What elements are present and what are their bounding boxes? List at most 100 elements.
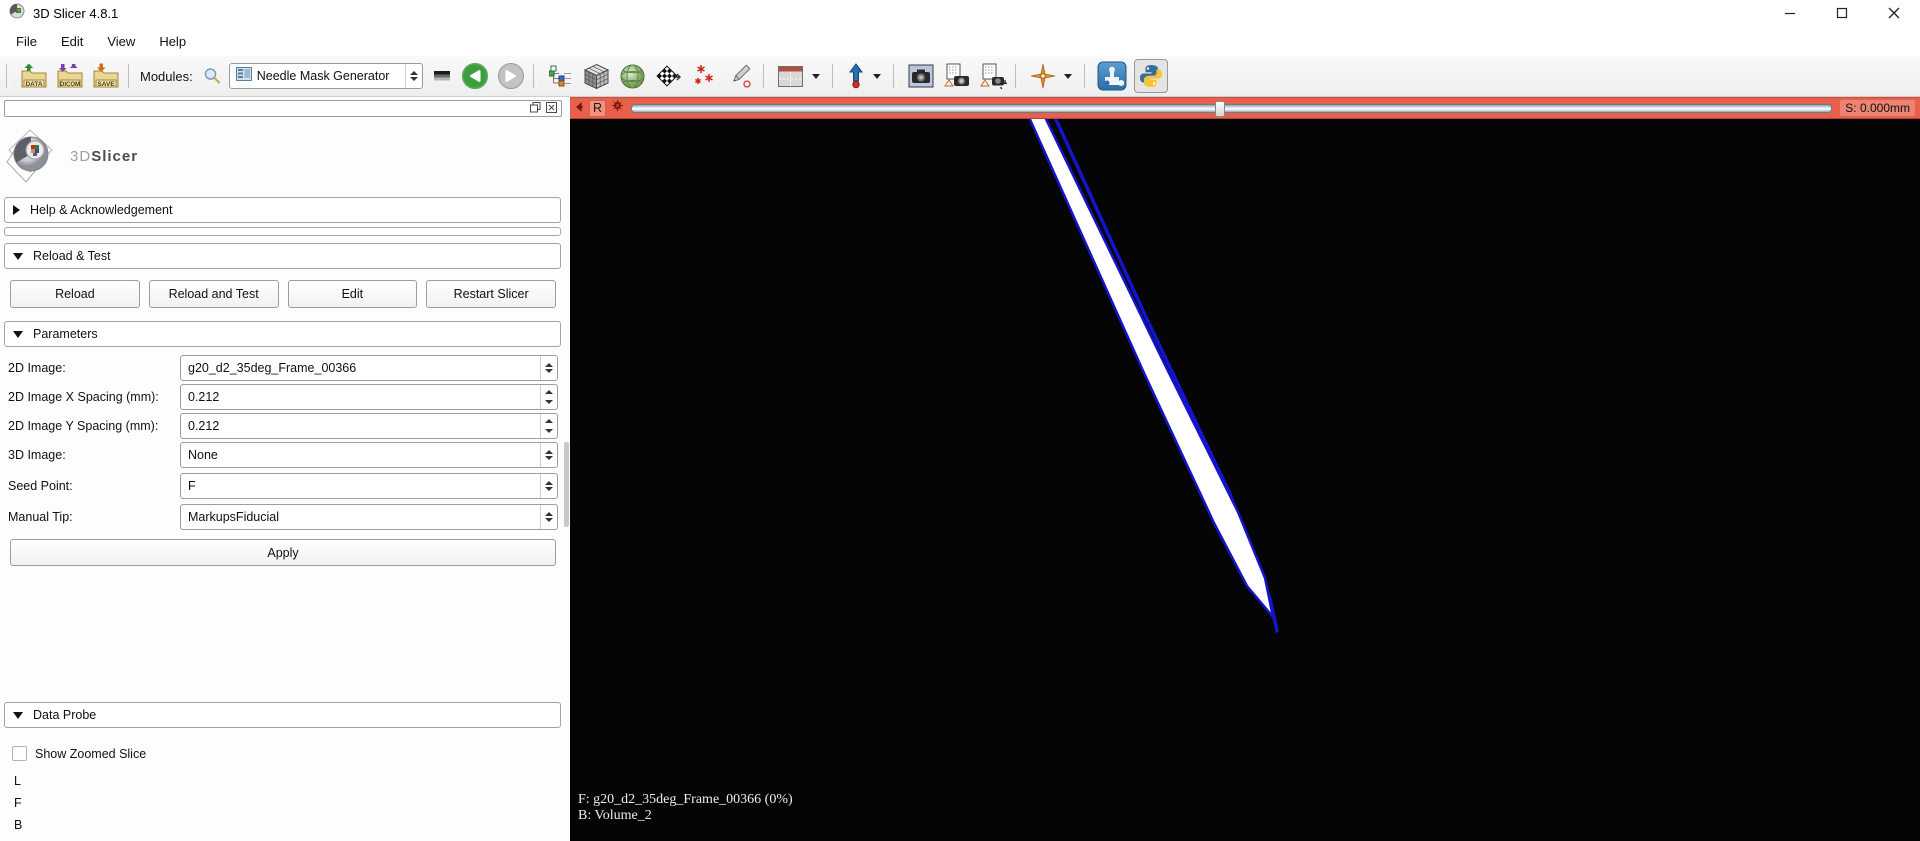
markup-fiducials-icon[interactable] (689, 60, 721, 92)
show-zoomed-slice-checkbox[interactable] (12, 746, 27, 761)
parameters-section[interactable]: Parameters (4, 321, 561, 347)
needle-segmentation (1028, 119, 1279, 633)
fiducial-dropdown-icon[interactable] (1063, 73, 1072, 79)
screenshot-button[interactable] (905, 60, 937, 92)
toolbar-grip (1014, 64, 1019, 88)
minimize-button[interactable] (1764, 0, 1816, 26)
background-volume-label: B: Volume_2 (578, 808, 652, 823)
save-button[interactable]: SAVE (90, 60, 122, 92)
toolbar-grip (6, 64, 10, 88)
toolbar-grip (532, 64, 537, 88)
crosshair-navigation-button[interactable] (844, 60, 868, 92)
data-probe-section[interactable]: Data Probe (4, 702, 561, 728)
slice-canvas[interactable]: F: g20_d2_35deg_Frame_00366 (0%) B: Volu… (570, 119, 1920, 841)
3d-image-combobox[interactable]: None (180, 442, 558, 468)
module-selector-spinner[interactable] (404, 64, 422, 88)
seed-point-combobox[interactable]: F (180, 473, 558, 499)
layout-selector-button[interactable] (775, 60, 807, 92)
spinbox-arrows[interactable] (540, 414, 557, 438)
layout-dropdown-icon[interactable] (811, 73, 820, 79)
restart-slicer-button[interactable]: Restart Slicer (426, 280, 556, 308)
extensions-manager-button[interactable] (1096, 60, 1128, 92)
reload-buttons-row: Reload Reload and Test Edit Restart Slic… (10, 280, 556, 308)
field-y-spacing: 2D Image Y Spacing (mm): 0.212 (8, 413, 558, 439)
probe-row-l: L (14, 774, 21, 788)
menu-edit[interactable]: Edit (49, 29, 95, 54)
slice-corner-annotation: F: g20_d2_35deg_Frame_00366 (0%) B: Volu… (578, 792, 793, 824)
load-data-button[interactable]: DATA (18, 60, 50, 92)
field-3d-image: 3D Image: None (8, 442, 558, 468)
dicom-button[interactable]: DICOM (54, 60, 86, 92)
expanded-arrow-icon (13, 330, 23, 338)
module-history-button[interactable] (429, 60, 455, 92)
maximize-button[interactable] (1816, 0, 1868, 26)
manual-tip-combobox[interactable]: MarkupsFiducial (180, 504, 558, 530)
panel-scrollbar[interactable] (564, 442, 569, 527)
spin-down-icon (409, 77, 418, 81)
help-acknowledgement-section[interactable]: Help & Acknowledgement (4, 197, 561, 223)
scene-view-restore-button[interactable] (977, 60, 1009, 92)
module-search-icon[interactable] (201, 60, 223, 92)
slice-offset-label: S: 0.000mm (1840, 100, 1915, 116)
panel-undock-icon[interactable] (530, 100, 541, 118)
slice-slider-handle[interactable] (1214, 100, 1225, 117)
combo-spinner[interactable] (540, 505, 557, 529)
volume-cube-icon[interactable] (581, 60, 613, 92)
transform-mesh-icon[interactable] (653, 60, 685, 92)
annotation-pencil-icon[interactable] (725, 60, 757, 92)
module-panel: 3DSlicer Help & Acknowledgement Reload &… (0, 97, 570, 841)
close-button[interactable] (1868, 0, 1920, 26)
combo-spinner[interactable] (540, 474, 557, 498)
python-console-button[interactable] (1133, 59, 1168, 93)
panel-close-icon[interactable] (546, 100, 557, 118)
toolbar-grip (128, 64, 132, 88)
save-badge: SAVE (97, 81, 115, 88)
app-logo-icon (9, 3, 25, 24)
combo-spinner[interactable] (540, 443, 557, 467)
module-selector[interactable]: Needle Mask Generator (228, 63, 423, 89)
scene-view-capture-button[interactable] (941, 60, 973, 92)
data-probe-rows: L F B (14, 774, 570, 840)
module-icon (235, 66, 252, 86)
probe-row-f: F (14, 796, 22, 810)
collapsed-arrow-icon (13, 205, 20, 215)
volume-sphere-icon[interactable] (617, 60, 649, 92)
dicom-badge: DICOM (60, 82, 80, 88)
spinbox-arrows[interactable] (540, 385, 557, 409)
menu-help[interactable]: Help (147, 29, 198, 54)
slice-orientation-selector[interactable]: R (589, 99, 606, 117)
menu-file[interactable]: File (4, 29, 49, 54)
menu-bar: File Edit View Help (0, 26, 1920, 56)
slice-pin-icon[interactable] (611, 99, 624, 117)
toolbar-grip (1083, 64, 1088, 88)
slice-offset-slider[interactable] (631, 100, 1833, 117)
y-spacing-spinbox[interactable]: 0.212 (180, 413, 558, 439)
title-bar: 3D Slicer 4.8.1 (0, 0, 1920, 26)
slicer-window: 3D Slicer 4.8.1 File Edit View Help DATA… (0, 0, 1920, 841)
slicer-logo: 3DSlicer (6, 127, 570, 185)
show-module-finder-button[interactable] (545, 60, 577, 92)
toolbar-grip (762, 64, 767, 88)
edit-button[interactable]: Edit (287, 280, 418, 308)
combo-spinner[interactable] (540, 356, 557, 380)
expanded-arrow-icon (13, 711, 23, 719)
module-back-button[interactable] (459, 60, 491, 92)
slicer-logo-text: 3DSlicer (70, 147, 139, 165)
place-fiducial-button[interactable] (1027, 60, 1059, 92)
reload-test-section[interactable]: Reload & Test (4, 243, 561, 269)
x-spacing-spinbox[interactable]: 0.212 (180, 384, 558, 410)
apply-button[interactable]: Apply (10, 539, 556, 566)
slice-collapse-icon[interactable] (575, 99, 585, 117)
main-toolbar: DATA DICOM SAVE Modules: Needle Mask Gen… (0, 56, 1920, 97)
crosshair-dropdown-icon[interactable] (872, 73, 881, 79)
menu-view[interactable]: View (95, 29, 147, 54)
field-2d-image: 2D Image: g20_d2_35deg_Frame_00366 (8, 355, 558, 381)
reload-button[interactable]: Reload (10, 280, 140, 308)
module-forward-button[interactable] (495, 60, 527, 92)
window-title: 3D Slicer 4.8.1 (33, 5, 119, 21)
reload-and-test-button[interactable]: Reload and Test (148, 280, 279, 308)
module-panel-titlebar (4, 100, 562, 117)
module-selector-value: Needle Mask Generator (256, 69, 390, 83)
2d-image-combobox[interactable]: g20_d2_35deg_Frame_00366 (180, 355, 558, 381)
expanded-arrow-icon (13, 252, 23, 260)
